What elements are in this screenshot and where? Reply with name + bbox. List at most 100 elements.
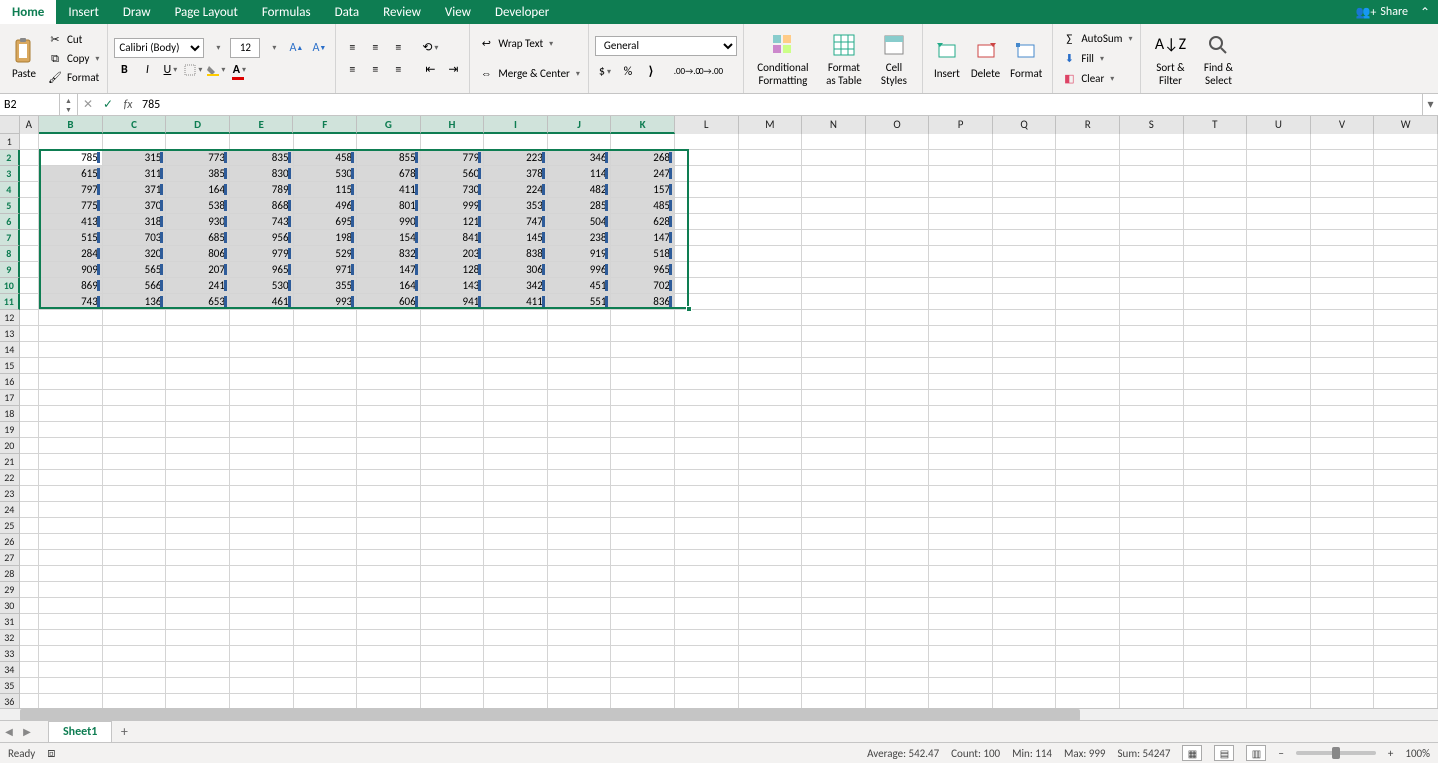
cell[interactable]: 529	[294, 246, 358, 262]
font-name-dropdown[interactable]	[207, 38, 227, 58]
cell[interactable]	[611, 678, 675, 694]
cell[interactable]	[484, 134, 548, 150]
cell[interactable]: 143	[421, 278, 485, 294]
cell[interactable]	[103, 550, 167, 566]
cell[interactable]	[1311, 326, 1375, 342]
cell[interactable]	[548, 646, 612, 662]
cell[interactable]	[39, 486, 103, 502]
row-header[interactable]: 12	[0, 310, 20, 326]
cell[interactable]	[484, 390, 548, 406]
cell[interactable]	[866, 566, 930, 582]
cell[interactable]	[1247, 294, 1311, 310]
cell[interactable]	[802, 678, 866, 694]
cell[interactable]	[802, 406, 866, 422]
column-header[interactable]: L	[675, 116, 739, 134]
cell[interactable]: 136	[103, 294, 167, 310]
cell[interactable]	[611, 134, 675, 150]
cell[interactable]	[39, 342, 103, 358]
cell[interactable]	[1374, 342, 1438, 358]
cell[interactable]	[993, 646, 1057, 662]
cell[interactable]	[103, 566, 167, 582]
cell[interactable]	[548, 422, 612, 438]
cell[interactable]	[802, 582, 866, 598]
cell[interactable]	[421, 406, 485, 422]
borders-button[interactable]	[183, 60, 203, 80]
cell[interactable]	[739, 150, 803, 166]
cell[interactable]	[1247, 342, 1311, 358]
cell[interactable]	[866, 422, 930, 438]
cell[interactable]: 482	[548, 182, 612, 198]
cell[interactable]	[484, 438, 548, 454]
cell[interactable]	[802, 390, 866, 406]
cell[interactable]	[1056, 230, 1120, 246]
cell[interactable]	[1120, 374, 1184, 390]
cell[interactable]	[993, 390, 1057, 406]
cell[interactable]: 832	[357, 246, 421, 262]
cell[interactable]	[20, 166, 40, 182]
orientation-button[interactable]: ⟲	[420, 38, 440, 58]
cell[interactable]: 461	[230, 294, 294, 310]
cell[interactable]	[929, 566, 993, 582]
cell[interactable]	[1120, 214, 1184, 230]
cell[interactable]	[1374, 134, 1438, 150]
cell[interactable]	[166, 326, 230, 342]
cell[interactable]: 560	[421, 166, 485, 182]
cell[interactable]	[20, 454, 40, 470]
cell[interactable]	[929, 678, 993, 694]
cell[interactable]	[230, 518, 294, 534]
cell[interactable]	[866, 470, 930, 486]
cell[interactable]	[611, 630, 675, 646]
cell[interactable]	[357, 342, 421, 358]
cell[interactable]	[484, 630, 548, 646]
cell[interactable]	[1311, 470, 1375, 486]
cell[interactable]	[739, 646, 803, 662]
cell[interactable]	[484, 422, 548, 438]
cell[interactable]	[993, 326, 1057, 342]
cell[interactable]	[230, 486, 294, 502]
cell[interactable]	[39, 534, 103, 550]
cell[interactable]	[230, 342, 294, 358]
cell[interactable]	[548, 662, 612, 678]
cell[interactable]	[802, 214, 866, 230]
column-header[interactable]: U	[1247, 116, 1311, 134]
enter-formula-button[interactable]: ✓	[98, 94, 118, 115]
cell[interactable]	[993, 134, 1057, 150]
cell[interactable]	[1120, 598, 1184, 614]
font-size-dropdown[interactable]	[263, 38, 283, 58]
cell[interactable]	[39, 406, 103, 422]
cell[interactable]	[103, 390, 167, 406]
cell[interactable]	[1311, 438, 1375, 454]
cell[interactable]: 779	[421, 150, 485, 166]
cell[interactable]	[1056, 662, 1120, 678]
cell[interactable]	[294, 582, 358, 598]
cell[interactable]	[20, 358, 40, 374]
cell[interactable]	[675, 294, 739, 310]
cell[interactable]	[230, 662, 294, 678]
cell[interactable]	[20, 582, 40, 598]
cell[interactable]	[1056, 454, 1120, 470]
cell[interactable]	[20, 518, 40, 534]
cell[interactable]	[20, 342, 40, 358]
cell[interactable]	[421, 550, 485, 566]
column-header[interactable]: E	[230, 116, 294, 134]
cell[interactable]	[548, 582, 612, 598]
cell[interactable]	[993, 214, 1057, 230]
cell[interactable]: 996	[548, 262, 612, 278]
increase-font-button[interactable]: A▲	[286, 38, 306, 58]
cell[interactable]	[421, 310, 485, 326]
fill-color-button[interactable]	[206, 60, 226, 80]
cell[interactable]	[1184, 534, 1248, 550]
cell[interactable]	[484, 342, 548, 358]
cell[interactable]	[20, 310, 40, 326]
cell[interactable]	[993, 374, 1057, 390]
cell[interactable]	[802, 198, 866, 214]
cell[interactable]	[739, 134, 803, 150]
row-header[interactable]: 30	[0, 598, 20, 614]
row-header[interactable]: 26	[0, 534, 20, 550]
cell[interactable]	[739, 182, 803, 198]
cell[interactable]	[103, 630, 167, 646]
cell[interactable]	[166, 662, 230, 678]
cell[interactable]: 551	[548, 294, 612, 310]
cell[interactable]	[1311, 662, 1375, 678]
cell[interactable]	[739, 454, 803, 470]
